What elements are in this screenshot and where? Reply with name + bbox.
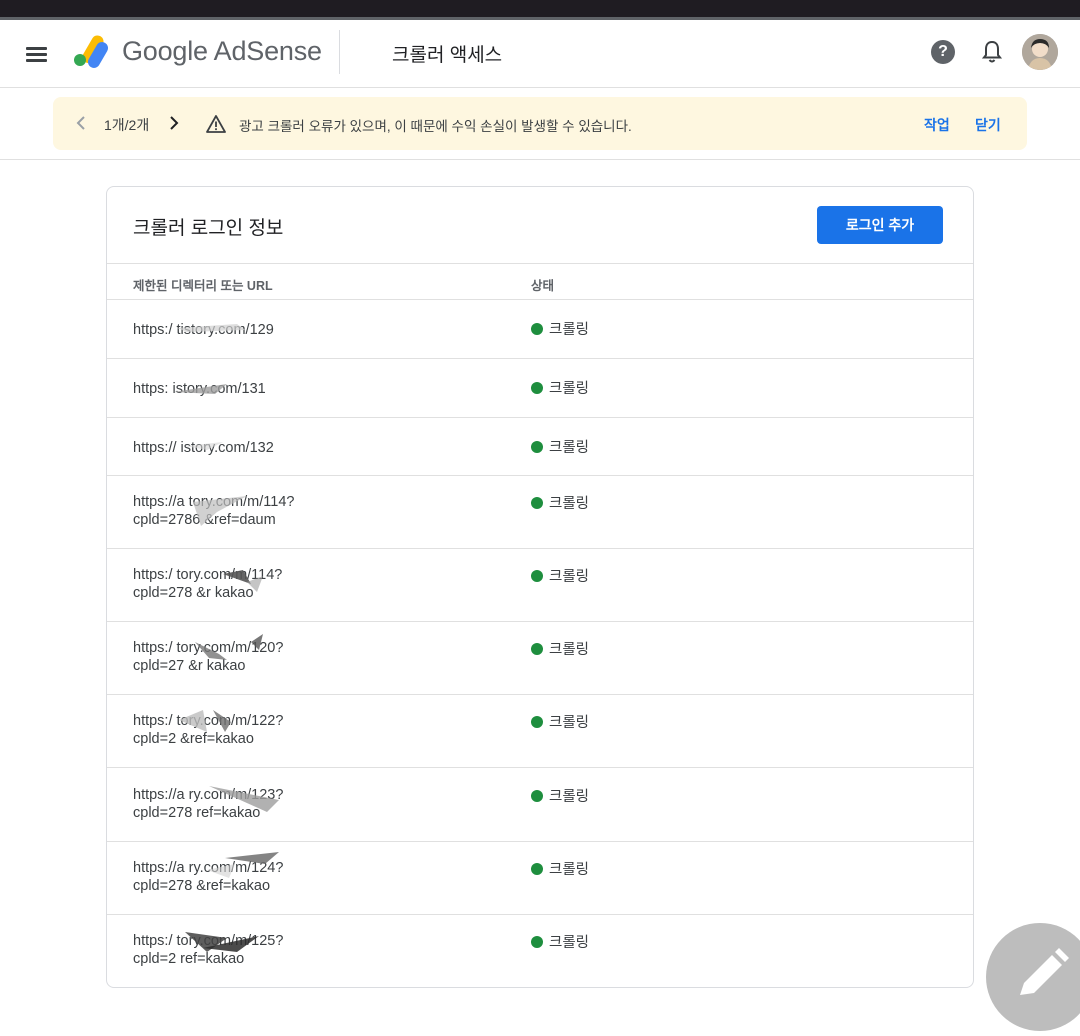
card-title: 크롤러 로그인 정보 — [133, 218, 284, 239]
row-status: 크롤링 — [531, 934, 589, 952]
row-status: 크롤링 — [531, 641, 589, 659]
chevron-left-icon[interactable] — [73, 112, 89, 134]
status-dot-icon — [531, 936, 543, 948]
row-status: 크롤링 — [531, 861, 589, 879]
banner-close-button[interactable]: 닫기 — [975, 115, 1001, 135]
row-status-label: 크롤링 — [549, 715, 590, 731]
system-top-strip — [0, 0, 1080, 20]
status-dot-icon — [531, 790, 543, 802]
row-status: 크롤링 — [531, 380, 589, 398]
alert-banner: 1개/2개 광고 크롤러 오류가 있으며, 이 때문에 수익 손실이 발생할 수… — [53, 97, 1027, 150]
banner-message: 광고 크롤러 오류가 있으며, 이 때문에 수익 손실이 발생할 수 있습니다. — [239, 119, 632, 134]
row-status: 크롤링 — [531, 788, 589, 806]
row-status-label: 크롤링 — [549, 496, 590, 512]
row-status-label: 크롤링 — [549, 381, 590, 397]
row-status-label: 크롤링 — [549, 862, 590, 878]
edit-fab-button[interactable] — [986, 923, 1080, 1031]
crawler-login-card: 크롤러 로그인 정보 로그인 추가 제한된 디렉터리 또는 URL 상태 htt… — [106, 186, 974, 988]
row-status-label: 크롤링 — [549, 935, 590, 951]
row-status: 크롤링 — [531, 495, 589, 513]
chevron-right-icon[interactable] — [166, 112, 182, 134]
table-header: 제한된 디렉터리 또는 URL 상태 — [107, 263, 973, 300]
status-dot-icon — [531, 441, 543, 453]
page-title: 크롤러 액세스 — [392, 45, 503, 66]
status-dot-icon — [531, 643, 543, 655]
row-status: 크롤링 — [531, 568, 589, 586]
column-header-status: 상태 — [531, 279, 555, 293]
avatar[interactable] — [1022, 34, 1058, 70]
menu-icon[interactable] — [22, 39, 52, 69]
add-login-button[interactable]: 로그인 추가 — [817, 206, 943, 244]
status-dot-icon — [531, 716, 543, 728]
brand-name[interactable]: Google AdSense — [122, 36, 322, 67]
row-status: 크롤링 — [531, 439, 589, 457]
app-bar: Google AdSense 크롤러 액세스 ? — [0, 20, 1080, 88]
status-dot-icon — [531, 497, 543, 509]
column-header-url: 제한된 디렉터리 또는 URL — [133, 279, 273, 293]
row-status-label: 크롤링 — [549, 322, 590, 338]
row-status-label: 크롤링 — [549, 789, 590, 805]
row-status-label: 크롤링 — [549, 642, 590, 658]
adsense-logo-icon[interactable] — [72, 33, 112, 69]
redaction-marks — [173, 324, 279, 952]
warning-icon — [206, 115, 226, 133]
appbar-divider — [339, 30, 340, 74]
status-dot-icon — [531, 382, 543, 394]
banner-pager: 1개/2개 — [104, 117, 150, 133]
row-status: 크롤링 — [531, 714, 589, 732]
status-dot-icon — [531, 863, 543, 875]
banner-action-button[interactable]: 작업 — [924, 115, 950, 135]
bell-icon[interactable] — [980, 39, 1004, 65]
row-status-label: 크롤링 — [549, 440, 590, 456]
status-dot-icon — [531, 323, 543, 335]
row-status: 크롤링 — [531, 321, 589, 339]
edit-pencil-icon — [1020, 948, 1069, 995]
help-icon[interactable]: ? — [931, 40, 955, 64]
status-dot-icon — [531, 570, 543, 582]
alert-banner-area: 1개/2개 광고 크롤러 오류가 있으며, 이 때문에 수익 손실이 발생할 수… — [0, 88, 1080, 160]
row-status-label: 크롤링 — [549, 569, 590, 585]
